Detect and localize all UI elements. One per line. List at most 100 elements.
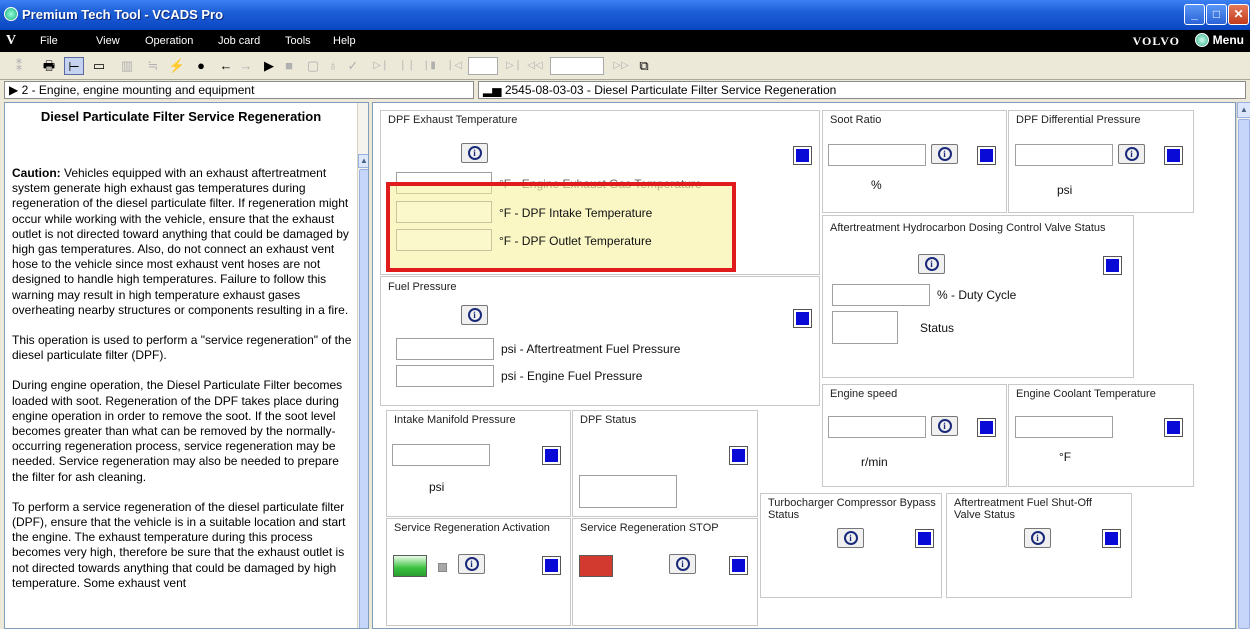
status-indicator [729,446,748,465]
info-button[interactable]: i [918,254,945,274]
scrollbar-thumb[interactable] [359,169,368,628]
maximize-button[interactable]: □ [1206,4,1227,25]
scroll-up-arrow-icon[interactable]: ▲ [1237,102,1250,118]
status-indicator [915,529,934,548]
parameter-scrollbar[interactable]: ▲ [1236,102,1250,629]
info-button[interactable]: i [837,528,864,548]
minimize-button[interactable]: _ [1184,4,1205,25]
aftertreatment-fuel-pressure-field[interactable] [396,338,494,360]
info-button[interactable]: i [1024,528,1051,548]
description-pane: Diesel Particulate Filter Service Regene… [4,102,369,629]
intake-manifold-pressure-field[interactable] [392,444,490,466]
breadcrumb-bar: ▶ 2 - Engine, engine mounting and equipm… [0,80,1250,100]
pin-icon[interactable]: ♁ [326,57,340,75]
panel-title: DPF Status [580,414,637,426]
status-indicator [542,556,561,575]
export-icon[interactable]: ⧉ [636,57,652,75]
print-icon[interactable]: 🖶 [40,57,58,75]
square-icon[interactable]: ▢ [306,57,320,75]
tree-view-icon[interactable]: ⊢ [64,57,84,75]
menu-help[interactable]: Help [333,35,356,47]
info-button[interactable]: i [458,554,485,574]
info-icon: i [1030,531,1045,545]
dpf-status-field[interactable] [579,475,677,508]
back-arrow-icon[interactable]: ← [218,57,234,75]
info-button[interactable]: i [669,554,696,574]
pause-icon[interactable]: ❘❘ [398,57,416,75]
duty-cycle-label: % - Duty Cycle [937,288,1017,302]
grip-icon: ⁑ [15,58,23,73]
dpf-intake-temp-field[interactable] [396,201,492,223]
chart-icon[interactable]: ▥ [118,57,136,75]
scroll-up-arrow-icon[interactable]: ▲ [358,154,368,168]
dpf-outlet-temp-field[interactable] [396,229,492,251]
lightning-icon[interactable]: ⚡ [168,57,186,75]
engine-speed-field[interactable] [828,416,926,438]
menu-operation[interactable]: Operation [145,35,193,47]
stop-regeneration-button[interactable] [579,555,613,577]
soot-ratio-unit: % [871,178,882,192]
dpf-intake-temp-label: °F - DPF Intake Temperature [499,206,653,220]
dpf-differential-pressure-field[interactable] [1015,144,1113,166]
start-regeneration-button[interactable] [393,555,427,577]
info-icon: i [937,147,952,161]
info-icon: i [464,557,479,571]
engine-fuel-pressure-field[interactable] [396,365,494,387]
description-scrollbar[interactable]: ▲ [357,103,368,628]
dpf-outlet-temp-label: °F - DPF Outlet Temperature [499,234,652,248]
info-button[interactable]: i [1118,144,1145,164]
description-body: Caution: Vehicles equipped with an exhau… [12,166,357,606]
panel-title: DPF Differential Pressure [1016,114,1141,126]
aftertreatment-fuel-pressure-label: psi - Aftertreatment Fuel Pressure [501,342,681,356]
forward-arrow-icon[interactable]: → [238,57,254,75]
window-title: Premium Tech Tool - VCADS Pro [22,7,224,22]
soot-ratio-field[interactable] [828,144,926,166]
step-pause-icon[interactable]: ❘▮ [420,57,438,75]
menu-view[interactable]: View [96,35,120,47]
stop-icon[interactable]: ■ [282,57,296,75]
engine-speed-unit: r/min [861,455,888,469]
status-indicator [977,146,996,165]
info-button[interactable]: i [931,144,958,164]
engine-coolant-temperature-field[interactable] [1015,416,1113,438]
breadcrumb-operation-label: 2545-08-03-03 - Diesel Particulate Filte… [504,83,837,97]
info-icon: i [924,257,939,271]
group-icon: ▶ [9,83,19,97]
info-button[interactable]: i [461,305,488,325]
status-indicator [1103,256,1122,275]
next-frame-icon[interactable]: ▷❘ [506,57,522,75]
info-button[interactable]: i [931,416,958,436]
panel-title: Intake Manifold Pressure [394,414,516,426]
close-button[interactable]: ✕ [1228,4,1249,25]
menu-file[interactable]: File [40,35,58,47]
first-frame-icon[interactable]: ❘◁ [446,57,462,75]
scrollbar-thumb[interactable] [1238,119,1250,629]
main-menu-button[interactable]: Menu [1194,33,1244,47]
menu-job-card[interactable]: Job card [218,35,260,47]
panel-title: Turbocharger Compressor Bypass Status [768,497,936,521]
play-icon[interactable]: ▶ [262,57,276,75]
frame-input[interactable] [468,57,498,75]
volvo-v-logo: V [6,33,17,48]
menu-tools[interactable]: Tools [285,35,311,47]
valve-status-field[interactable] [832,311,898,344]
check-icon[interactable]: ✓ [346,57,360,75]
caution-label: Caution: [12,166,61,180]
rewind-icon[interactable]: ◁◁ [526,57,544,75]
dpf-differential-pressure-unit: psi [1057,183,1073,197]
window-icon[interactable]: ▭ [90,57,108,75]
description-paragraph: During engine operation, the Diesel Part… [12,378,343,484]
compare-icon[interactable]: ≒ [144,57,162,75]
info-button[interactable]: i [461,143,488,163]
panel-title: Aftertreatment Hydrocarbon Dosing Contro… [830,222,1106,234]
info-icon: i [467,146,482,160]
duty-cycle-field[interactable] [832,284,930,306]
step-forward-icon[interactable]: ▷❘ [372,57,390,75]
app-icon [4,7,18,21]
info-icon[interactable]: ● [192,57,210,75]
time-input[interactable] [550,57,604,75]
fast-forward-icon[interactable]: ▷▷ [612,57,630,75]
panel-title: Soot Ratio [830,114,882,126]
description-paragraph: To perform a service regeneration of the… [12,499,346,590]
status-indicator [729,556,748,575]
